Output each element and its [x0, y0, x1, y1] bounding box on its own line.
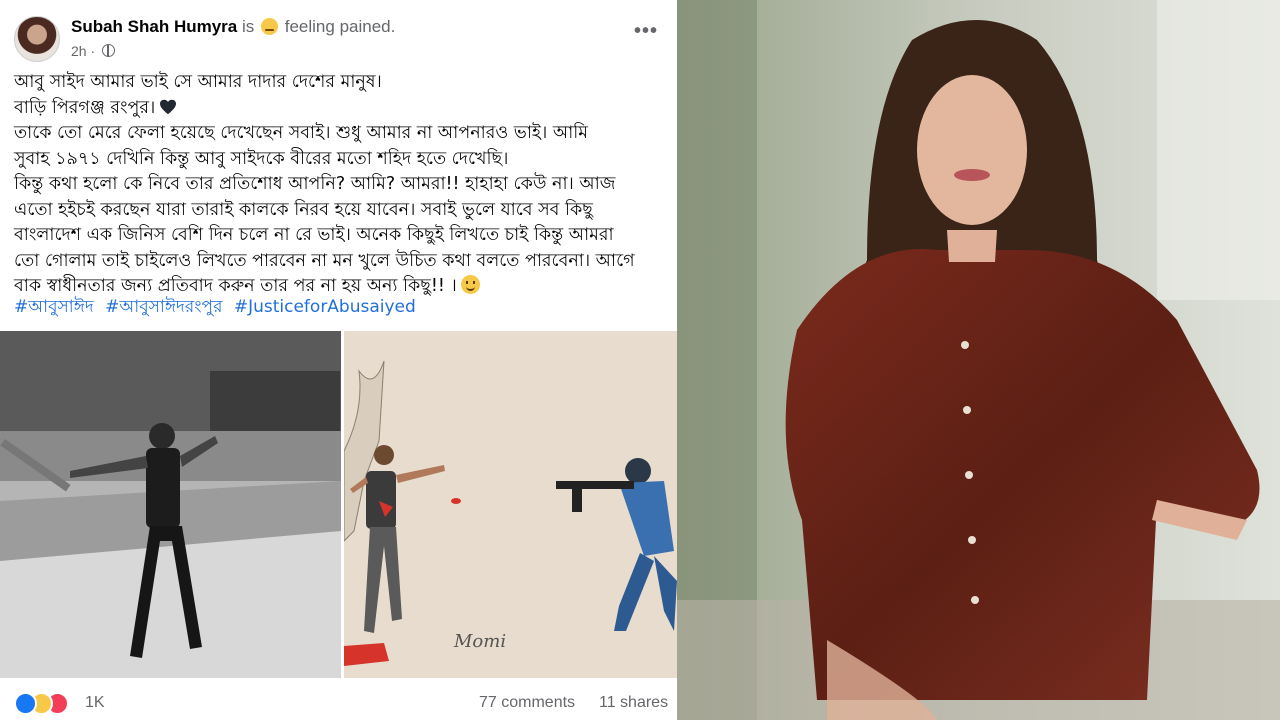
post-line: তো গোলাম তাই চাইলেও লিখতে পারবেন না মন খ… [14, 250, 635, 271]
illustration-scene [344, 360, 677, 666]
hashtag-link[interactable]: #JusticeforAbusaiyed [234, 297, 416, 317]
more-options-button[interactable]: ••• [634, 21, 658, 41]
like-icon [14, 692, 37, 715]
post-header: Subah Shah Humyra is feeling pained. 2h … [14, 14, 664, 64]
illustration-photo[interactable]: Momi [344, 331, 677, 678]
comments-link[interactable]: 77 comments [479, 694, 575, 712]
post-line: বাংলাদেশ এক জিনিস বেশি দিন চলে না রে ভাই… [14, 225, 614, 245]
post-line: তাকে তো মেরে ফেলা হয়েছে দেখেছেন সবাই। শ… [14, 123, 588, 143]
post-line: সুবাহ ১৯৭১ দেখিনি কিন্তু আবু সাইদকে বীরে… [14, 148, 509, 169]
hashtag-link[interactable]: #আবুসাঈদরংপুর [105, 297, 222, 317]
protest-photo-scene [0, 331, 341, 678]
post-line: এতো হইচই করছেন যারা তারাই কালকে নিরব হয়… [14, 199, 593, 220]
hashtag-link[interactable]: #আবুসাঈদ [14, 297, 94, 317]
facebook-post: Subah Shah Humyra is feeling pained. 2h … [0, 0, 677, 720]
shares-link[interactable]: 11 shares [599, 694, 668, 712]
portrait-photo [677, 0, 1280, 720]
black-heart-icon [160, 99, 177, 114]
globe-icon[interactable] [102, 44, 116, 57]
pained-face-icon [261, 18, 279, 35]
hashtags: #আবুসাঈদ #আবুসাঈদরংপুর #JusticeforAbusai… [14, 294, 422, 322]
reactions-summary[interactable] [14, 692, 84, 715]
post-meta: 2h · [71, 43, 116, 59]
feeling-text: feeling pained. [284, 17, 396, 36]
post-text: আবু সাইদ আমার ভাই সে আমার দাদার দেশের মা… [14, 70, 666, 300]
reaction-count[interactable]: 1K [85, 694, 105, 712]
protest-photo[interactable] [0, 331, 341, 678]
author-name[interactable]: Subah Shah Humyra [71, 17, 237, 36]
post-line: কিন্তু কথা হলো কে নিবে তার প্রতিশোধ আপনি… [14, 174, 616, 194]
post-footer: 1K 77 comments 11 shares [0, 680, 677, 720]
author-line: Subah Shah Humyra is feeling pained. [71, 17, 395, 37]
is-word: is [242, 17, 255, 36]
post-line: বাড়ি পিরগঞ্জ রংপুর। [14, 96, 666, 122]
smile-icon [460, 275, 480, 294]
post-time[interactable]: 2h [71, 43, 87, 59]
avatar[interactable] [14, 16, 60, 62]
artist-signature: Momi [454, 631, 507, 652]
post-photos: Momi [0, 331, 677, 678]
post-line: আবু সাইদ আমার ভাই সে আমার দাদার দেশের মা… [14, 72, 382, 92]
portrait-scene [677, 0, 1280, 720]
